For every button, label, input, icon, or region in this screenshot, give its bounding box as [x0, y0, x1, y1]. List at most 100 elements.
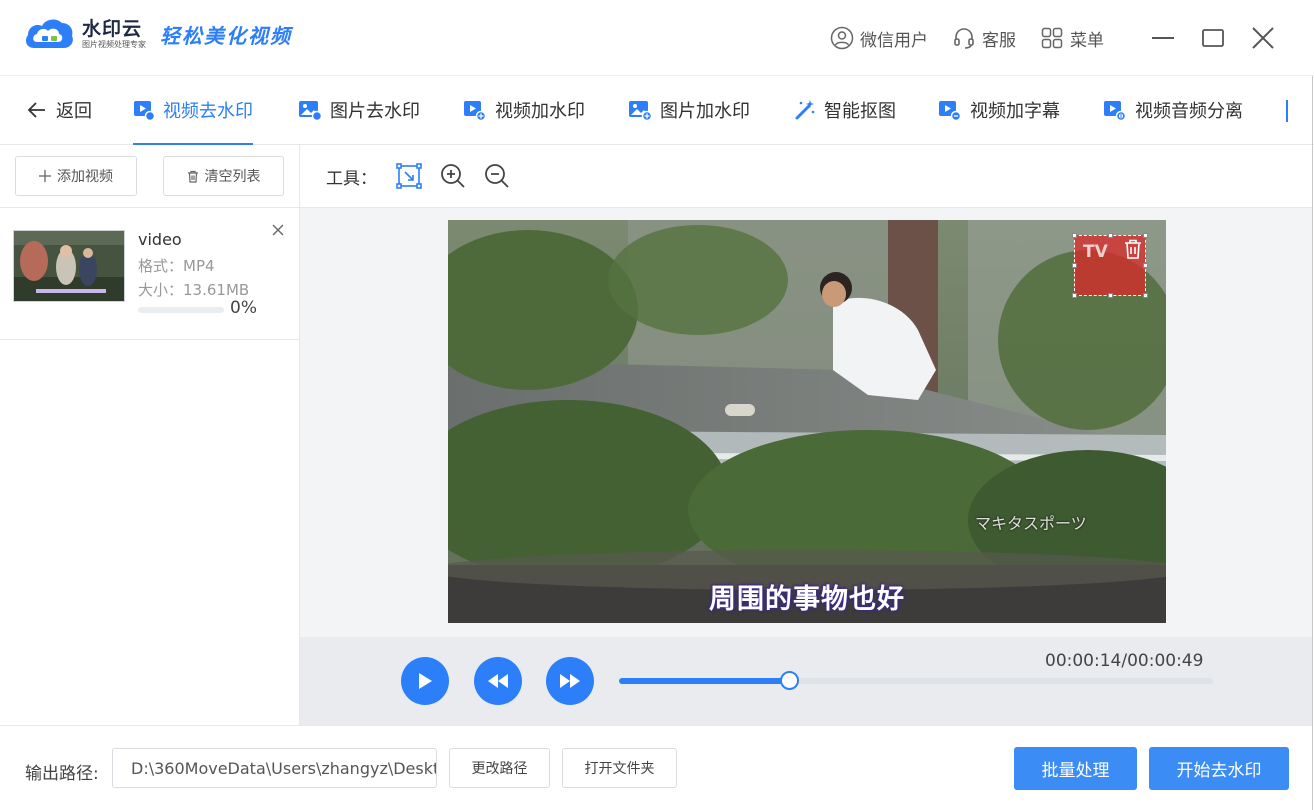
resize-handle[interactable]	[1108, 293, 1113, 298]
minimize-button[interactable]	[1148, 23, 1178, 53]
add-video-button[interactable]: 添加视频	[15, 156, 137, 196]
close-window-button[interactable]	[1248, 23, 1278, 53]
watermark-logo-text: TV	[1083, 242, 1108, 262]
video-add-icon	[464, 101, 487, 121]
tab-image-add-watermark[interactable]: 图片加水印	[628, 76, 750, 144]
tab-image-remove-watermark[interactable]: 图片去水印	[298, 76, 420, 144]
rewind-button[interactable]	[474, 657, 522, 705]
user-name: 微信用户	[860, 30, 928, 51]
remove-file-button[interactable]	[269, 221, 287, 239]
title-bar: 水印云 图片视频处理专家 轻松美化视频 微信用户 客服 菜单	[0, 0, 1314, 76]
video-frame	[448, 220, 1166, 623]
tools-label: 工具：	[326, 168, 377, 189]
back-button[interactable]: 返回	[26, 76, 92, 144]
start-remove-watermark-button[interactable]: 开始去水印	[1149, 747, 1289, 790]
resize-handle[interactable]	[1072, 233, 1077, 238]
tab-overflow-indicator	[1286, 100, 1288, 122]
resize-handle[interactable]	[1143, 263, 1148, 268]
tab-label: 视频音频分离	[1135, 101, 1243, 122]
minimize-icon	[1152, 37, 1174, 39]
back-label: 返回	[56, 101, 92, 122]
close-icon	[1252, 27, 1274, 49]
tab-video-audio-split[interactable]: 视频音频分离	[1103, 76, 1243, 144]
zoom-out-icon	[485, 164, 509, 188]
tab-smart-cutout[interactable]: 智能抠图	[794, 76, 896, 144]
file-list-toolbar: 添加视频 清空列表	[0, 145, 300, 208]
image-icon	[299, 101, 322, 121]
seek-bar-handle[interactable]	[779, 671, 799, 690]
output-path-label: 输出路径:	[25, 764, 99, 784]
zoom-in-icon	[441, 164, 465, 188]
tab-label: 智能抠图	[824, 101, 896, 122]
file-format: 格式：MP4	[138, 257, 215, 275]
add-video-label: 添加视频	[57, 169, 113, 185]
headset-icon	[954, 28, 974, 49]
user-icon	[830, 26, 854, 50]
customer-service-button[interactable]: 客服	[952, 26, 1016, 51]
video-subtitle-icon	[939, 101, 962, 121]
clear-list-button[interactable]: 清空列表	[163, 156, 284, 196]
delete-selection-button[interactable]	[1123, 238, 1143, 260]
change-path-button[interactable]: 更改路径	[449, 748, 550, 788]
video-preview[interactable]: マキタスポーツ 周围的事物也好 TV	[448, 220, 1166, 623]
main-editor: 工具： マキタスポーツ 周围的事物也好 TV 00:00:14/00:00:49	[300, 145, 1312, 725]
maximize-button[interactable]	[1198, 23, 1228, 53]
tab-label: 视频加水印	[495, 101, 585, 122]
user-account-button[interactable]: 微信用户	[830, 26, 928, 51]
corner-text: マキタスポーツ	[975, 514, 1087, 533]
tab-video-subtitle[interactable]: 视频加字幕	[938, 76, 1060, 144]
tab-video-remove-watermark[interactable]: 视频去水印	[133, 76, 253, 145]
seek-bar-fill	[619, 678, 789, 684]
menu-button[interactable]: 菜单	[1040, 26, 1104, 51]
file-progress-bar	[138, 307, 224, 313]
arrow-left-icon	[27, 102, 45, 118]
video-thumbnail	[13, 230, 125, 302]
seek-bar[interactable]	[619, 671, 1213, 690]
image-add-icon	[629, 101, 652, 121]
resize-handle[interactable]	[1143, 293, 1148, 298]
tab-label: 视频加字幕	[970, 101, 1060, 122]
zoom-in-button[interactable]	[439, 162, 467, 190]
tab-label: 图片去水印	[330, 101, 420, 122]
video-icon	[134, 101, 155, 121]
magic-wand-icon	[795, 100, 815, 120]
batch-process-button[interactable]: 批量处理	[1014, 747, 1137, 790]
output-bar: 输出路径: D:\360MoveData\Users\zhangyz\Deskt…	[0, 725, 1312, 810]
zoom-out-button[interactable]	[483, 162, 511, 190]
cloud-logo-icon	[22, 14, 76, 54]
tool-row: 工具：	[300, 145, 1312, 208]
resize-handle[interactable]	[1072, 263, 1077, 268]
file-size: 大小：13.61MB	[138, 281, 250, 299]
file-list-item[interactable]: video 格式：MP4 大小：13.61MB 0%	[0, 208, 300, 340]
resize-handle[interactable]	[1072, 293, 1077, 298]
window-right-border	[1312, 76, 1313, 810]
play-button[interactable]	[401, 657, 449, 705]
app-subtitle: 图片视频处理专家	[82, 40, 146, 49]
tab-bar: 返回 视频去水印 图片去水印 视频加水印 图片加水印 智能抠图 视频加字幕 视频…	[0, 76, 1314, 145]
trash-icon	[187, 170, 198, 183]
app-slogan: 轻松美化视频	[160, 23, 292, 48]
watermark-selection-box[interactable]: TV	[1072, 233, 1148, 298]
resize-handle[interactable]	[1108, 233, 1113, 238]
open-folder-button[interactable]: 打开文件夹	[562, 748, 677, 788]
tab-label: 图片加水印	[660, 101, 750, 122]
clear-list-label: 清空列表	[204, 169, 261, 185]
video-audio-icon	[1104, 101, 1127, 121]
select-area-icon	[396, 163, 422, 189]
app-logo: 水印云 图片视频处理专家 轻松美化视频	[22, 14, 292, 54]
menu-label: 菜单	[1070, 30, 1104, 51]
fast-forward-button[interactable]	[546, 657, 594, 705]
output-path-field[interactable]: D:\360MoveData\Users\zhangyz\Desktop	[112, 748, 437, 788]
tab-video-add-watermark[interactable]: 视频加水印	[463, 76, 585, 144]
select-area-button[interactable]	[395, 162, 423, 190]
file-progress-text: 0%	[230, 298, 257, 318]
file-name: video	[138, 230, 182, 249]
trash-icon	[1125, 239, 1141, 259]
resize-handle[interactable]	[1143, 233, 1148, 238]
app-name: 水印云	[82, 18, 143, 40]
close-icon	[272, 224, 284, 236]
rewind-icon	[488, 674, 508, 688]
grid-menu-icon	[1041, 27, 1063, 49]
file-list-panel: 添加视频 清空列表 video 格式：MP4 大小：13.61MB 0%	[0, 145, 300, 725]
playback-time: 00:00:14/00:00:49	[1045, 651, 1204, 671]
